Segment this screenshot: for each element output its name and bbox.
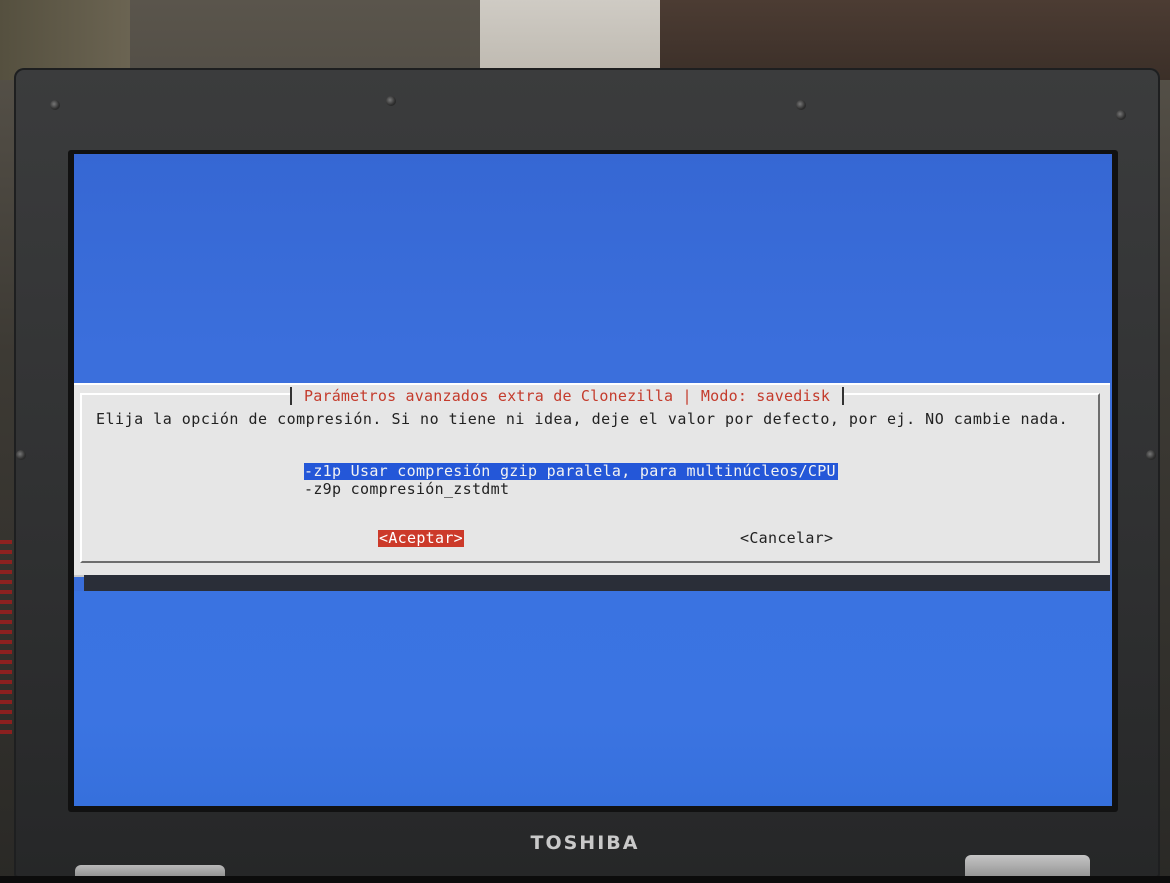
bezel-screw-icon bbox=[1146, 450, 1156, 460]
laptop-screen: Parámetros avanzados extra de Clonezilla… bbox=[74, 154, 1112, 806]
bezel-screw-icon bbox=[50, 100, 60, 110]
menu-option-z9p[interactable]: -z9p compresión_zstdmt bbox=[304, 481, 509, 498]
accept-button[interactable]: <Aceptar> bbox=[378, 530, 464, 547]
clonezilla-dialog: Parámetros avanzados extra de Clonezilla… bbox=[74, 383, 1110, 577]
bezel-screw-icon bbox=[1116, 110, 1126, 120]
cancel-button[interactable]: <Cancelar> bbox=[740, 530, 833, 547]
bezel-screw-icon bbox=[16, 450, 26, 460]
dialog-shadow bbox=[84, 575, 1110, 591]
laptop-base-edge bbox=[0, 876, 1170, 883]
bezel-screw-icon bbox=[386, 96, 396, 106]
photo-scene: Parámetros avanzados extra de Clonezilla… bbox=[0, 0, 1170, 883]
bezel-screw-icon bbox=[796, 100, 806, 110]
dialog-prompt: Elija la opción de compresión. Si no tie… bbox=[96, 410, 1069, 428]
menu-option-z1p[interactable]: -z1p Usar compresión gzip paralela, para… bbox=[304, 463, 838, 480]
laptop-brand-logo: TOSHIBA bbox=[530, 832, 640, 854]
screen-lower-background bbox=[74, 591, 1112, 806]
background-led-lights bbox=[0, 540, 12, 740]
dialog-title: Parámetros avanzados extra de Clonezilla… bbox=[290, 387, 845, 405]
dialog-inner-box: Parámetros avanzados extra de Clonezilla… bbox=[80, 387, 1100, 563]
